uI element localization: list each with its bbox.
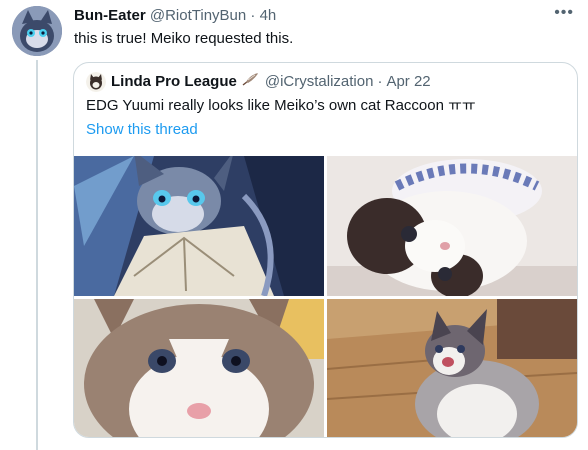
tweet-time[interactable]: 4h: [260, 7, 277, 24]
quoted-author-name[interactable]: Linda Pro League: [111, 72, 237, 92]
cat-licking-nose-image[interactable]: [327, 299, 577, 437]
quoted-tweet-header: Linda Pro League @iCrystalization · Apr …: [86, 72, 431, 92]
quoted-tweet-text: EDG Yuumi really looks like Meiko’s own …: [86, 97, 476, 114]
show-thread-link[interactable]: Show this thread: [86, 120, 198, 140]
media-grid: [74, 156, 577, 437]
cat-closeup-image[interactable]: [74, 299, 324, 437]
separator-dot: ·: [250, 7, 256, 24]
cat-with-lace-hat-image[interactable]: [327, 156, 577, 296]
feather-icon: [242, 72, 260, 92]
author-handle[interactable]: @RiotTinyBun: [150, 7, 246, 24]
yuumi-artwork-image[interactable]: [74, 156, 324, 296]
tweet-text: this is true! Meiko requested this.: [74, 30, 294, 47]
quoted-date[interactable]: Apr 22: [386, 72, 430, 92]
tweet-header: Bun-Eater @RiotTinyBun · 4h: [74, 6, 276, 26]
thread-line: [36, 60, 38, 450]
quoted-author-avatar[interactable]: [86, 72, 106, 92]
more-horizontal-icon[interactable]: •••: [554, 4, 574, 22]
quoted-separator-dot: ·: [377, 73, 383, 90]
quoted-tweet[interactable]: Linda Pro League @iCrystalization · Apr …: [73, 62, 578, 438]
author-avatar[interactable]: [12, 6, 62, 56]
author-name[interactable]: Bun-Eater: [74, 7, 146, 24]
quoted-author-handle[interactable]: @iCrystalization: [265, 72, 374, 92]
